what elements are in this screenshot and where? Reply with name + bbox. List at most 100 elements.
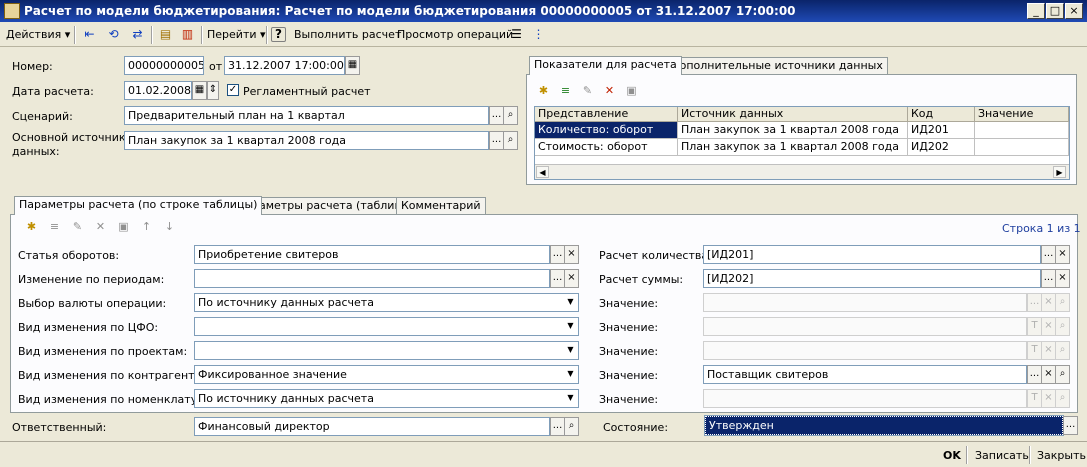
column-header[interactable]: Код bbox=[908, 107, 975, 122]
currency-select[interactable]: По источнику данных расчета bbox=[194, 293, 579, 312]
clear-icon[interactable]: × bbox=[1041, 293, 1056, 312]
column-header[interactable]: Источник данных bbox=[678, 107, 908, 122]
clear-icon[interactable]: × bbox=[1041, 389, 1056, 408]
horizontal-scrollbar[interactable]: ◀ ▶ bbox=[535, 164, 1069, 179]
sum-calc-field[interactable]: [ИД202] bbox=[703, 269, 1041, 288]
tab-indicators[interactable]: Показатели для расчета bbox=[529, 56, 682, 75]
table-view-icon[interactable]: ☰ bbox=[507, 25, 526, 44]
cfo-change-select[interactable] bbox=[194, 317, 579, 336]
move-up-icon[interactable]: ↑ bbox=[138, 219, 155, 236]
nomenclature-change-select[interactable]: По источнику данных расчета bbox=[194, 389, 579, 408]
clear-icon[interactable]: × bbox=[564, 245, 579, 264]
column-header[interactable]: Значение bbox=[975, 107, 1069, 122]
dropdown-arrow-icon[interactable]: ▼ bbox=[563, 365, 578, 384]
save-button[interactable]: Записать bbox=[975, 447, 1029, 464]
edit-row-icon[interactable]: ✎ bbox=[579, 83, 596, 100]
value-field[interactable] bbox=[703, 293, 1027, 312]
calc-date-field[interactable]: 01.02.2008 bbox=[124, 81, 192, 100]
project-change-select[interactable] bbox=[194, 341, 579, 360]
table-cell[interactable] bbox=[975, 122, 1069, 139]
regulated-checkbox[interactable]: ✓ bbox=[227, 84, 239, 96]
clear-icon[interactable]: × bbox=[1041, 365, 1056, 384]
select-button[interactable]: ... bbox=[489, 131, 504, 150]
period-change-field[interactable] bbox=[194, 269, 550, 288]
clear-icon[interactable]: × bbox=[1041, 341, 1056, 360]
document-date-field[interactable]: 31.12.2007 17:00:00 bbox=[224, 56, 345, 75]
close-window-button[interactable]: × bbox=[1065, 3, 1083, 19]
add-row-icon[interactable]: ✱ bbox=[535, 83, 552, 100]
value-field[interactable] bbox=[703, 341, 1027, 360]
search-icon[interactable]: ⌕ bbox=[1055, 293, 1070, 312]
close-button[interactable]: Закрыть bbox=[1037, 447, 1086, 464]
scroll-left-icon[interactable]: ◀ bbox=[536, 166, 549, 178]
table-cell[interactable]: Количество: оборот bbox=[535, 122, 678, 139]
select-button[interactable]: ... bbox=[1041, 245, 1056, 264]
spin-icon[interactable]: ⇕ bbox=[207, 81, 219, 100]
clear-icon[interactable]: × bbox=[1055, 269, 1070, 288]
move-down-icon[interactable]: ↓ bbox=[161, 219, 178, 236]
end-edit-icon[interactable]: ▣ bbox=[623, 83, 640, 100]
select-button[interactable]: ... bbox=[550, 245, 565, 264]
dropdown-arrow-icon[interactable]: ▼ bbox=[563, 389, 578, 408]
search-icon[interactable]: ⌕ bbox=[1055, 365, 1070, 384]
clear-icon[interactable]: × bbox=[1041, 317, 1056, 336]
goto-menu[interactable]: Перейти ▾ bbox=[207, 26, 266, 43]
turnover-item-field[interactable]: Приобретение свитеров bbox=[194, 245, 550, 264]
calendar-icon[interactable]: ▦ bbox=[192, 81, 207, 100]
select-button[interactable]: ... bbox=[489, 106, 504, 125]
structure-icon[interactable]: ⋮ bbox=[529, 25, 548, 44]
delete-row-icon[interactable]: ✕ bbox=[601, 83, 618, 100]
search-icon[interactable]: ⌕ bbox=[564, 417, 579, 436]
counterparty-change-select[interactable]: Фиксированное значение bbox=[194, 365, 579, 384]
search-icon[interactable]: ⌕ bbox=[503, 131, 518, 150]
table-cell[interactable]: План закупок за 1 квартал 2008 года bbox=[678, 122, 908, 139]
scenario-field[interactable]: Предварительный план на 1 квартал bbox=[124, 106, 489, 125]
back-arrow-icon[interactable]: ⇤ bbox=[80, 25, 99, 44]
actions-menu[interactable]: Действия ▾ bbox=[6, 26, 70, 43]
dropdown-arrow-icon[interactable]: ▼ bbox=[563, 341, 578, 360]
select-button[interactable]: ... bbox=[550, 269, 565, 288]
select-button[interactable]: ... bbox=[1041, 269, 1056, 288]
table-cell[interactable]: ИД201 bbox=[908, 122, 975, 139]
number-field[interactable]: 00000000005 bbox=[124, 56, 204, 75]
text-type-icon[interactable]: T bbox=[1027, 389, 1042, 408]
tab-extra-sources[interactable]: Дополнительные источники данных bbox=[666, 57, 888, 74]
refresh-icon[interactable]: ⟲ bbox=[104, 25, 123, 44]
table-cell[interactable]: ИД202 bbox=[908, 139, 975, 156]
copy-row-icon[interactable]: ≡ bbox=[46, 219, 63, 236]
copy-row-icon[interactable]: ≡ bbox=[557, 83, 574, 100]
select-button[interactable]: ... bbox=[1027, 365, 1042, 384]
end-edit-icon[interactable]: ▣ bbox=[115, 219, 132, 236]
value-field[interactable]: Поставщик свитеров bbox=[703, 365, 1027, 384]
indicators-table[interactable]: Представление Источник данных Код Значен… bbox=[534, 106, 1070, 180]
clear-icon[interactable]: × bbox=[1055, 245, 1070, 264]
select-button[interactable]: ... bbox=[1027, 293, 1042, 312]
scroll-right-icon[interactable]: ▶ bbox=[1053, 166, 1066, 178]
dropdown-arrow-icon[interactable]: ▼ bbox=[563, 317, 578, 336]
view-operations-button[interactable]: Просмотр операций bbox=[397, 26, 513, 43]
source-field[interactable]: План закупок за 1 квартал 2008 года bbox=[124, 131, 489, 150]
search-icon[interactable]: ⌕ bbox=[1055, 389, 1070, 408]
run-calculation-button[interactable]: Выполнить расчет bbox=[294, 26, 401, 43]
unpost-document-icon[interactable]: ▥ bbox=[178, 25, 197, 44]
quantity-calc-field[interactable]: [ИД201] bbox=[703, 245, 1041, 264]
table-cell[interactable]: Стоимость: оборот bbox=[535, 139, 678, 156]
ok-button[interactable]: OK bbox=[943, 447, 961, 464]
delete-row-icon[interactable]: ✕ bbox=[92, 219, 109, 236]
maximize-button[interactable]: □ bbox=[1046, 3, 1064, 19]
select-button[interactable]: ... bbox=[550, 417, 565, 436]
state-field[interactable]: Утвержден bbox=[704, 415, 1064, 436]
value-field[interactable] bbox=[703, 317, 1027, 336]
swap-icon[interactable]: ⇄ bbox=[128, 25, 147, 44]
minimize-button[interactable]: _ bbox=[1027, 3, 1045, 19]
clear-icon[interactable]: × bbox=[564, 269, 579, 288]
add-row-icon[interactable]: ✱ bbox=[23, 219, 40, 236]
table-cell[interactable]: План закупок за 1 квартал 2008 года bbox=[678, 139, 908, 156]
edit-row-icon[interactable]: ✎ bbox=[69, 219, 86, 236]
calendar-icon[interactable]: ▦ bbox=[345, 56, 360, 75]
tab-params-row[interactable]: Параметры расчета (по строке таблицы) bbox=[14, 196, 263, 215]
responsible-field[interactable]: Финансовый директор bbox=[194, 417, 550, 436]
text-type-icon[interactable]: T bbox=[1027, 341, 1042, 360]
search-icon[interactable]: ⌕ bbox=[503, 106, 518, 125]
tab-comment[interactable]: Комментарий bbox=[396, 197, 486, 214]
